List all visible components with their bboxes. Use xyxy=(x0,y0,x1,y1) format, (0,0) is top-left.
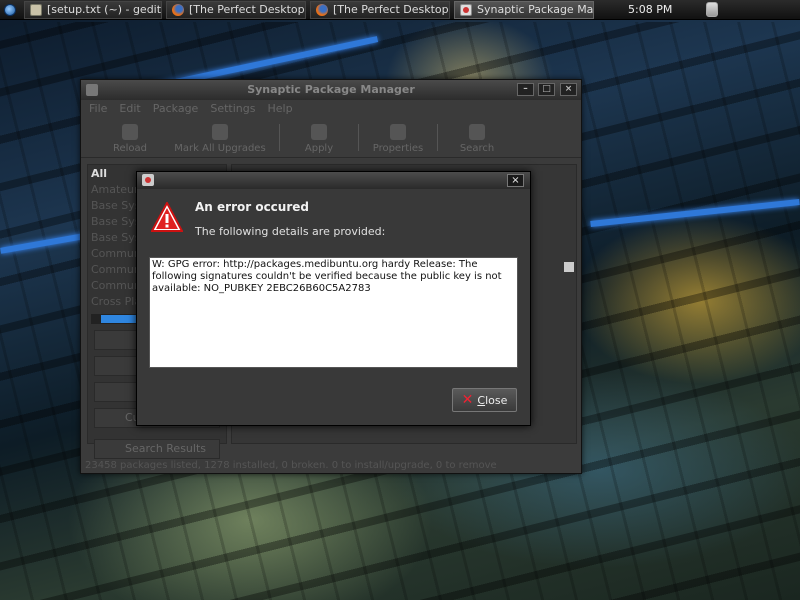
main-menu-button[interactable] xyxy=(0,0,20,20)
dialog-heading: An error occured xyxy=(195,200,309,214)
firefox-icon xyxy=(316,3,328,16)
checkmark-icon xyxy=(311,124,327,140)
toolbar-separator xyxy=(279,124,280,151)
top-panel: [setup.txt (~) - gedit] [The Perfect Des… xyxy=(0,0,800,20)
mark-all-upgrades-label: Mark All Upgrades xyxy=(174,143,266,154)
synaptic-icon xyxy=(460,3,472,16)
close-icon: ✕ xyxy=(461,392,474,408)
close-button-label: Close xyxy=(477,393,508,407)
mark-all-upgrades-button[interactable]: Mark All Upgrades xyxy=(165,118,275,157)
upgrade-icon xyxy=(212,124,228,140)
properties-button[interactable]: Properties xyxy=(363,118,433,157)
window-close-button[interactable]: × xyxy=(560,83,577,96)
menu-file[interactable]: File xyxy=(89,100,107,118)
menu-settings[interactable]: Settings xyxy=(210,100,255,118)
close-button[interactable]: ✕ Close xyxy=(452,388,517,412)
reload-button[interactable]: Reload xyxy=(95,118,165,157)
menu-package[interactable]: Package xyxy=(153,100,199,118)
wallpaper-stripe xyxy=(590,199,800,227)
firefox-icon xyxy=(172,3,184,16)
taskbar-item-label: [The Perfect Desktop... xyxy=(189,3,306,16)
minimize-button[interactable]: – xyxy=(517,83,534,96)
toolbar-separator xyxy=(358,124,359,151)
taskbar-item-firefox-1[interactable]: [The Perfect Desktop... xyxy=(166,0,306,19)
dialog-close-button[interactable]: × xyxy=(507,174,524,187)
wallpaper-stripe xyxy=(0,232,90,254)
search-icon xyxy=(469,124,485,140)
menu-help[interactable]: Help xyxy=(267,100,292,118)
taskbar-item-label: [setup.txt (~) - gedit] xyxy=(47,3,162,16)
dialog-subheading: The following details are provided: xyxy=(195,225,386,238)
taskbar-item-firefox-2[interactable]: [The Perfect Desktop... xyxy=(310,0,450,19)
taskbar-item-label: [The Perfect Desktop... xyxy=(333,3,450,16)
scrollbar-thumb[interactable] xyxy=(101,315,141,323)
synaptic-icon xyxy=(142,174,154,186)
error-details-text[interactable]: W: GPG error: http://packages.medibuntu.… xyxy=(149,257,518,368)
error-dialog: × An error occured The following details… xyxy=(136,171,531,426)
search-results-button[interactable]: Search Results xyxy=(94,439,220,459)
reload-icon xyxy=(122,124,138,140)
taskbar-item-label: Synaptic Package Ma... xyxy=(477,3,594,16)
list-scrollbar[interactable] xyxy=(564,262,574,272)
maximize-button[interactable]: □ xyxy=(538,83,555,96)
properties-icon xyxy=(390,124,406,140)
apply-label: Apply xyxy=(304,143,334,154)
main-window-title: Synaptic Package Manager xyxy=(247,83,415,96)
menu-orb-icon xyxy=(4,3,16,16)
status-bar: 23458 packages listed, 1278 installed, 0… xyxy=(85,460,497,471)
search-label: Search xyxy=(459,143,495,154)
menubar: File Edit Package Settings Help xyxy=(81,100,581,118)
gedit-icon xyxy=(30,3,42,16)
properties-label: Properties xyxy=(372,143,424,154)
main-window-titlebar: Synaptic Package Manager – □ × xyxy=(81,80,581,100)
reload-label: Reload xyxy=(112,143,148,154)
dialog-titlebar: × xyxy=(137,172,530,189)
toolbar: Reload Mark All Upgrades Apply Propertie… xyxy=(81,118,581,158)
clock[interactable]: 5:08 PM xyxy=(628,3,672,16)
taskbar-item-gedit[interactable]: [setup.txt (~) - gedit] xyxy=(24,0,162,19)
synaptic-icon xyxy=(86,84,98,96)
toolbar-separator xyxy=(437,124,438,151)
menu-edit[interactable]: Edit xyxy=(119,100,140,118)
tray-icon[interactable] xyxy=(706,2,718,17)
taskbar-item-synaptic[interactable]: Synaptic Package Ma... xyxy=(454,0,594,19)
apply-button[interactable]: Apply xyxy=(284,118,354,157)
warning-icon xyxy=(151,202,183,232)
search-button[interactable]: Search xyxy=(442,118,512,157)
